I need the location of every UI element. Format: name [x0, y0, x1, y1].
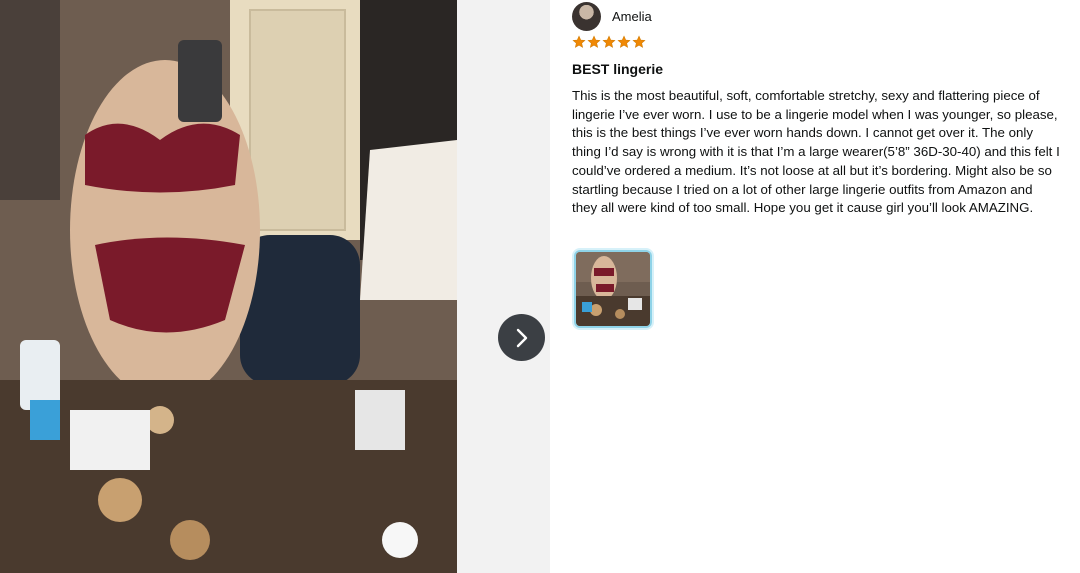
thumbnail-image: [576, 252, 650, 326]
review-photo-image: [0, 0, 457, 573]
review-title: BEST lingerie: [572, 61, 664, 77]
reviewer-info: Amelia: [572, 2, 652, 31]
star-icon: [572, 35, 586, 48]
review-panel: Amelia BEST lingerie This is the most be…: [572, 0, 1072, 573]
star-icon: [617, 35, 631, 48]
review-photo: [0, 0, 457, 573]
star-icon: [632, 35, 646, 48]
star-icon: [587, 35, 601, 48]
chevron-right-icon: [516, 328, 527, 347]
star-rating: [572, 35, 646, 49]
image-viewer-gutter: [457, 0, 550, 573]
review-image-thumbnail[interactable]: [574, 250, 652, 328]
avatar[interactable]: [572, 2, 601, 31]
review-body: This is the most beautiful, soft, comfor…: [572, 88, 1060, 216]
next-image-button[interactable]: [498, 314, 545, 361]
star-icon: [602, 35, 616, 48]
reviewer-name[interactable]: Amelia: [612, 9, 652, 24]
